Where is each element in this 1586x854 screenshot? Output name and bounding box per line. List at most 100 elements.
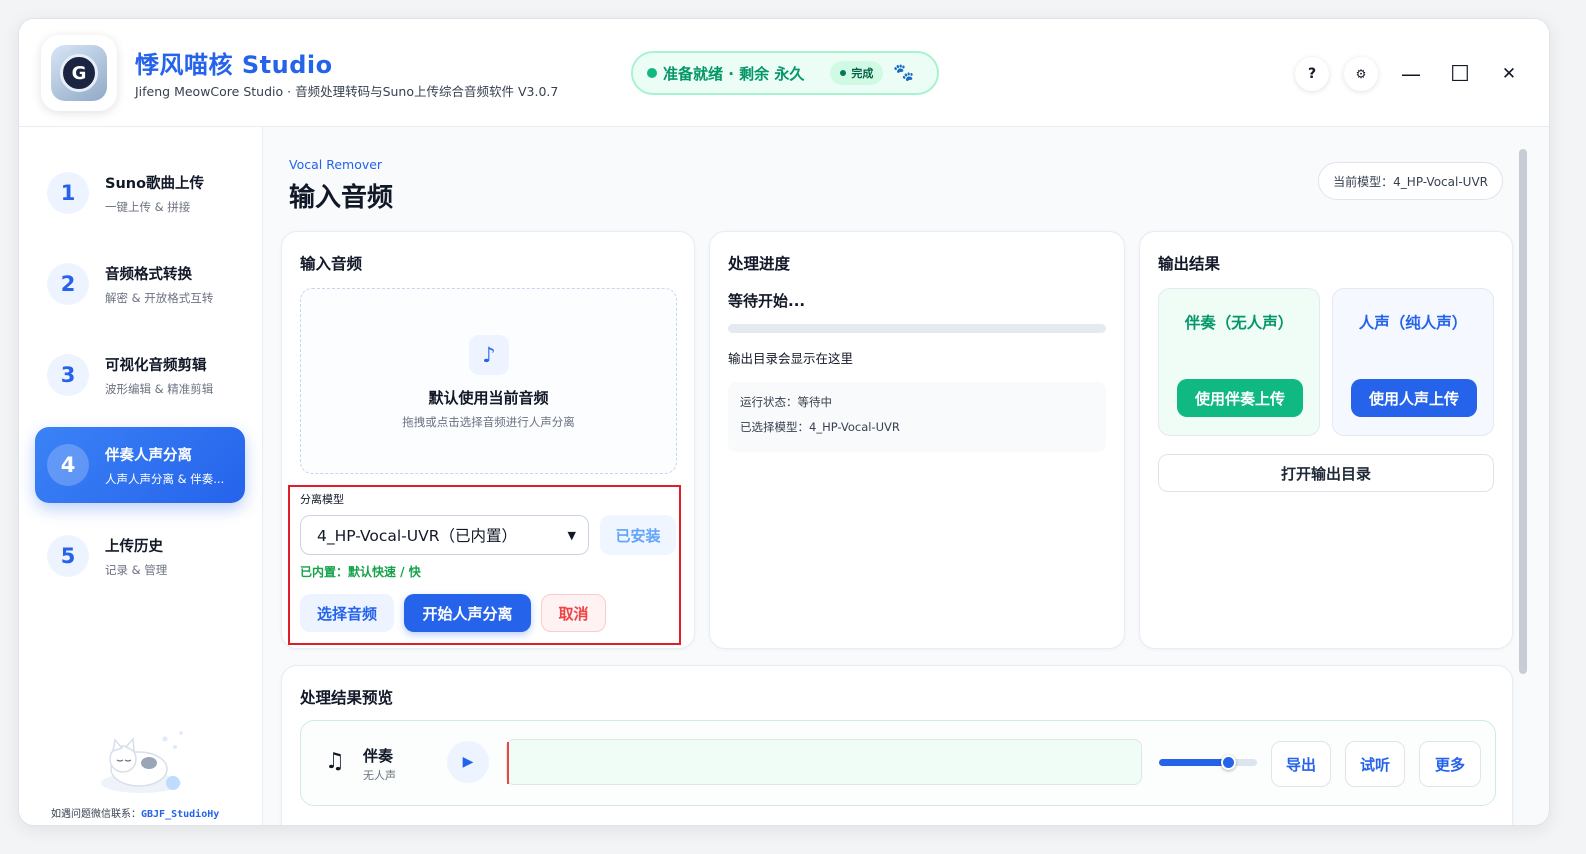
- sidebar-item-vocal-separation[interactable]: 4 伴奏人声分离 人声人声分离 & 伴奏...: [35, 427, 245, 503]
- contact-label: 如遇问题微信联系：: [51, 809, 141, 820]
- track-subtitle: 无人声: [363, 769, 396, 782]
- output-card: 输出结果 伴奏（无人声） 使用伴奏上传 人声（纯人声） 使用人声上传 打开输出目…: [1139, 231, 1513, 649]
- nav-number: 5: [47, 535, 89, 577]
- volume-slider[interactable]: [1159, 755, 1257, 770]
- nav-text: 可视化音频剪辑 波形编辑 & 精准剪辑: [105, 354, 233, 397]
- input-card-title: 输入音频: [300, 255, 363, 273]
- export-button[interactable]: 导出: [1271, 741, 1331, 787]
- app-subtitle: Jifeng MeowCore Studio · 音频处理转码与Suno上传综合…: [135, 84, 559, 99]
- log-selected-model: 已选择模型：4_HP-Vocal-UVR: [740, 420, 900, 434]
- main-scrollbar[interactable]: [1519, 149, 1527, 674]
- open-output-dir-button[interactable]: 打开输出目录: [1158, 454, 1494, 492]
- nav-desc: 一键上传 & 拼接: [105, 199, 191, 214]
- nav-title: 伴奏人声分离: [105, 447, 192, 464]
- play-button[interactable]: ▶: [447, 741, 489, 783]
- nav-title: Suno歌曲上传: [105, 175, 205, 192]
- app-window: G 悸风喵核 Studio Jifeng MeowCore Studio · 音…: [18, 18, 1550, 826]
- nav-title: 上传历史: [105, 538, 163, 555]
- model-select[interactable]: 4_HP-Vocal-UVR（已内置） ▼: [300, 515, 589, 555]
- status-pill: 准备就绪 · 剩余 永久 完成 🐾: [631, 51, 939, 95]
- sidebar-item-upload-history[interactable]: 5 上传历史 记录 & 管理: [35, 518, 245, 594]
- status-badge: 完成: [830, 61, 884, 85]
- log-run-status: 运行状态：等待中: [740, 395, 832, 409]
- sidebar-item-format-convert[interactable]: 2 音频格式转换 解密 & 开放格式互转: [35, 246, 245, 322]
- paw-icon: 🐾: [893, 63, 915, 83]
- close-button[interactable]: ✕: [1494, 59, 1524, 89]
- preview-card-title: 处理结果预览: [300, 689, 394, 707]
- cancel-button[interactable]: 取消: [541, 594, 606, 632]
- help-button[interactable]: ?: [1295, 57, 1329, 91]
- use-accompaniment-button[interactable]: 使用伴奏上传: [1177, 379, 1303, 417]
- sidebar-item-audio-editor[interactable]: 3 可视化音频剪辑 波形编辑 & 精准剪辑: [35, 337, 245, 413]
- status-dot-icon: [647, 68, 657, 78]
- waveform-area[interactable]: [506, 739, 1142, 785]
- track-name: 伴奏: [363, 747, 394, 765]
- nav-number: 3: [47, 354, 89, 396]
- app-logo: G: [41, 35, 117, 111]
- nav-title: 音频格式转换: [105, 266, 192, 283]
- nav-text: Suno歌曲上传 一键上传 & 拼接: [105, 172, 233, 215]
- output-dir-hint: 输出目录会显示在这里: [728, 351, 854, 366]
- nav-number: 4: [47, 444, 89, 486]
- page-eyebrow: Vocal Remover: [289, 157, 383, 172]
- page-title: 输入音频: [289, 183, 394, 213]
- logo-letter: G: [60, 54, 98, 92]
- drop-zone-title: 默认使用当前音频: [428, 389, 549, 407]
- listen-button[interactable]: 试听: [1345, 741, 1405, 787]
- chevron-down-icon: ▼: [567, 528, 576, 542]
- nav-number: 2: [47, 263, 89, 305]
- music-note-icon: ♪: [469, 335, 509, 375]
- status-text: 准备就绪 · 剩余 永久: [663, 64, 805, 83]
- sidebar: 1 Suno歌曲上传 一键上传 & 拼接 2 音频格式转换 解密 & 开放格式互…: [19, 127, 263, 825]
- sidebar-item-suno-upload[interactable]: 1 Suno歌曲上传 一键上传 & 拼接: [35, 155, 245, 231]
- badge-dot-icon: [840, 70, 847, 76]
- cat-vinyl-logo-icon: G: [51, 45, 107, 101]
- log-box: 运行状态：等待中 已选择模型：4_HP-Vocal-UVR: [728, 382, 1106, 452]
- progress-status: 等待开始...: [728, 292, 806, 310]
- volume-knob[interactable]: [1220, 755, 1236, 770]
- progress-card: 处理进度 等待开始... 输出目录会显示在这里 运行状态：等待中 已选择模型：4…: [709, 231, 1125, 649]
- drop-zone-subtitle: 拖拽或点击选择音频进行人声分离: [402, 415, 575, 429]
- accompaniment-title: 伴奏（无人声）: [1184, 314, 1294, 332]
- progress-bar: [728, 324, 1106, 333]
- nav-text: 伴奏人声分离 人声人声分离 & 伴奏...: [105, 444, 233, 487]
- installed-button[interactable]: 已安装: [600, 515, 676, 555]
- nav-desc: 波形编辑 & 精准剪辑: [105, 381, 214, 396]
- nav-desc: 人声人声分离 & 伴奏...: [105, 471, 225, 486]
- maximize-button[interactable]: ☐: [1445, 59, 1475, 89]
- model-select-value: 4_HP-Vocal-UVR（已内置）: [317, 527, 517, 545]
- progress-card-title: 处理进度: [728, 255, 791, 273]
- contact-info: 如遇问题微信联系：GBJF_StudioHy: [51, 805, 219, 820]
- select-audio-button[interactable]: 选择音频: [300, 594, 394, 632]
- nav-desc: 解密 & 开放格式互转: [105, 290, 214, 305]
- playhead-cursor[interactable]: [507, 742, 509, 784]
- nav-text: 音频格式转换 解密 & 开放格式互转: [105, 263, 233, 306]
- status-badge-label: 完成: [851, 67, 874, 80]
- preview-track-row: ♫ 伴奏 无人声 ▶ 导出 试听 更多: [300, 720, 1496, 806]
- music-note-icon: ♫: [325, 749, 345, 774]
- output-card-title: 输出结果: [1158, 255, 1221, 273]
- title-bar: G 悸风喵核 Studio Jifeng MeowCore Studio · 音…: [19, 19, 1549, 127]
- main-content: Vocal Remover 输入音频 当前模型：4_HP-Vocal-UVR 输…: [263, 127, 1549, 825]
- more-button[interactable]: 更多: [1419, 741, 1481, 787]
- nav-number: 1: [47, 172, 89, 214]
- builtin-note: 已内置：默认快速 / 快: [300, 565, 421, 579]
- settings-button[interactable]: ⚙: [1344, 57, 1378, 91]
- audio-drop-zone[interactable]: ♪ 默认使用当前音频 拖拽或点击选择音频进行人声分离: [300, 288, 677, 474]
- input-audio-card: 输入音频 ♪ 默认使用当前音频 拖拽或点击选择音频进行人声分离 分离模型 4_H…: [281, 231, 695, 649]
- nav-title: 可视化音频剪辑: [105, 357, 207, 374]
- start-separation-button[interactable]: 开始人声分离: [404, 594, 531, 632]
- sleeping-cat-icon: [101, 731, 183, 793]
- preview-card: 处理结果预览 ♫ 伴奏 无人声 ▶ 导出 试听 更多: [281, 665, 1513, 825]
- current-model-pill: 当前模型：4_HP-Vocal-UVR: [1318, 162, 1503, 200]
- use-vocal-button[interactable]: 使用人声上传: [1351, 379, 1477, 417]
- model-label: 分离模型: [300, 493, 344, 506]
- volume-fill: [1159, 759, 1228, 766]
- contact-wechat-id: GBJF_StudioHy: [141, 809, 220, 820]
- nav-text: 上传历史 记录 & 管理: [105, 535, 233, 578]
- accompaniment-output: 伴奏（无人声） 使用伴奏上传: [1158, 288, 1320, 436]
- app-title: 悸风喵核 Studio: [135, 51, 333, 79]
- vocal-title: 人声（纯人声）: [1358, 314, 1468, 332]
- minimize-button[interactable]: —: [1396, 59, 1426, 89]
- nav-desc: 记录 & 管理: [105, 562, 168, 577]
